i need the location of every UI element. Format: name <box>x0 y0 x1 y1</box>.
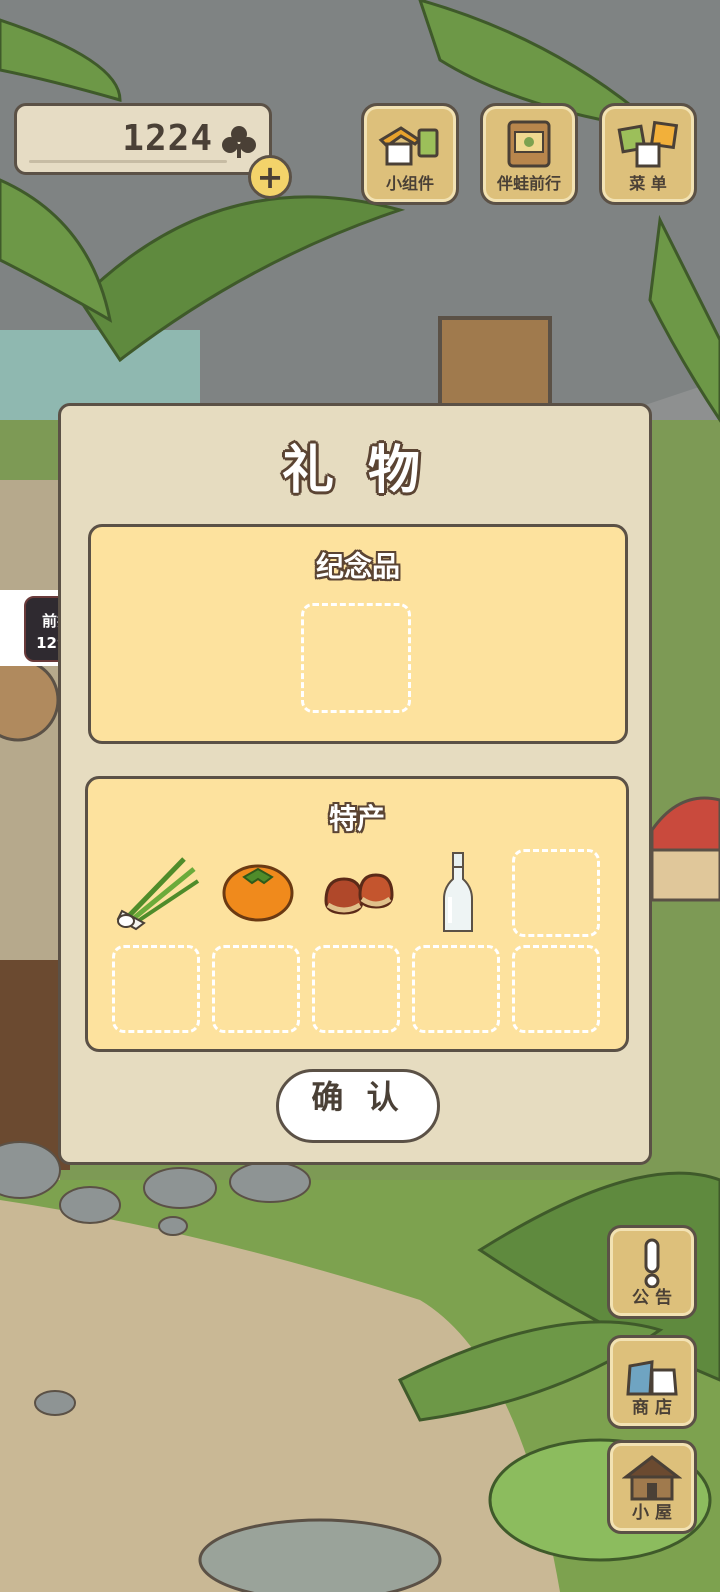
souvenir-title: 纪念品 <box>315 550 400 583</box>
specialty-slot[interactable] <box>512 849 600 937</box>
clover-icon <box>221 124 257 164</box>
clover-count: 1224 <box>122 118 213 159</box>
menu-button[interactable]: 菜 单 <box>599 103 697 205</box>
specialty-section: 特产 <box>85 776 629 1052</box>
dialog-title: 礼 物 <box>281 441 429 501</box>
confirm-button[interactable]: 确 认 <box>276 1069 440 1143</box>
journal-label: 伴蛙前行 <box>496 174 561 193</box>
specialty-title: 特产 <box>328 802 385 835</box>
specialty-slot[interactable] <box>312 945 400 1033</box>
journal-button[interactable]: 伴蛙前行 <box>480 103 578 205</box>
glass-bottle-icon[interactable] <box>438 851 478 939</box>
persimmon-icon[interactable] <box>220 857 296 927</box>
specialty-slot[interactable] <box>512 945 600 1033</box>
house-button[interactable]: 小 屋 <box>607 1440 697 1534</box>
notice-label: 公 告 <box>632 1288 672 1308</box>
shop-button[interactable]: 商 店 <box>607 1335 697 1429</box>
specialty-slot[interactable] <box>412 945 500 1033</box>
add-clover-button[interactable]: + <box>248 155 292 199</box>
widget-button[interactable]: 小组件 <box>361 103 459 205</box>
chestnut-icon[interactable] <box>320 867 400 923</box>
menu-label: 菜 单 <box>629 174 667 193</box>
specialty-slot[interactable] <box>112 945 200 1033</box>
shop-label: 商 店 <box>632 1398 672 1418</box>
menu-icon <box>615 118 681 174</box>
house-label: 小 屋 <box>632 1503 672 1523</box>
gift-dialog: 礼 物 纪念品 特产 确 认 <box>58 403 652 1165</box>
widget-icon <box>375 118 445 174</box>
souvenir-section: 纪念品 <box>88 524 628 744</box>
green-onion-icon[interactable] <box>114 849 204 937</box>
specialty-slot[interactable] <box>212 945 300 1033</box>
souvenir-slot[interactable] <box>301 603 411 713</box>
clover-counter: 1224 <box>14 103 272 175</box>
clover-bar <box>29 160 227 163</box>
notice-button[interactable]: 公 告 <box>607 1225 697 1319</box>
widget-label: 小组件 <box>385 174 434 193</box>
journal-icon <box>499 118 559 174</box>
